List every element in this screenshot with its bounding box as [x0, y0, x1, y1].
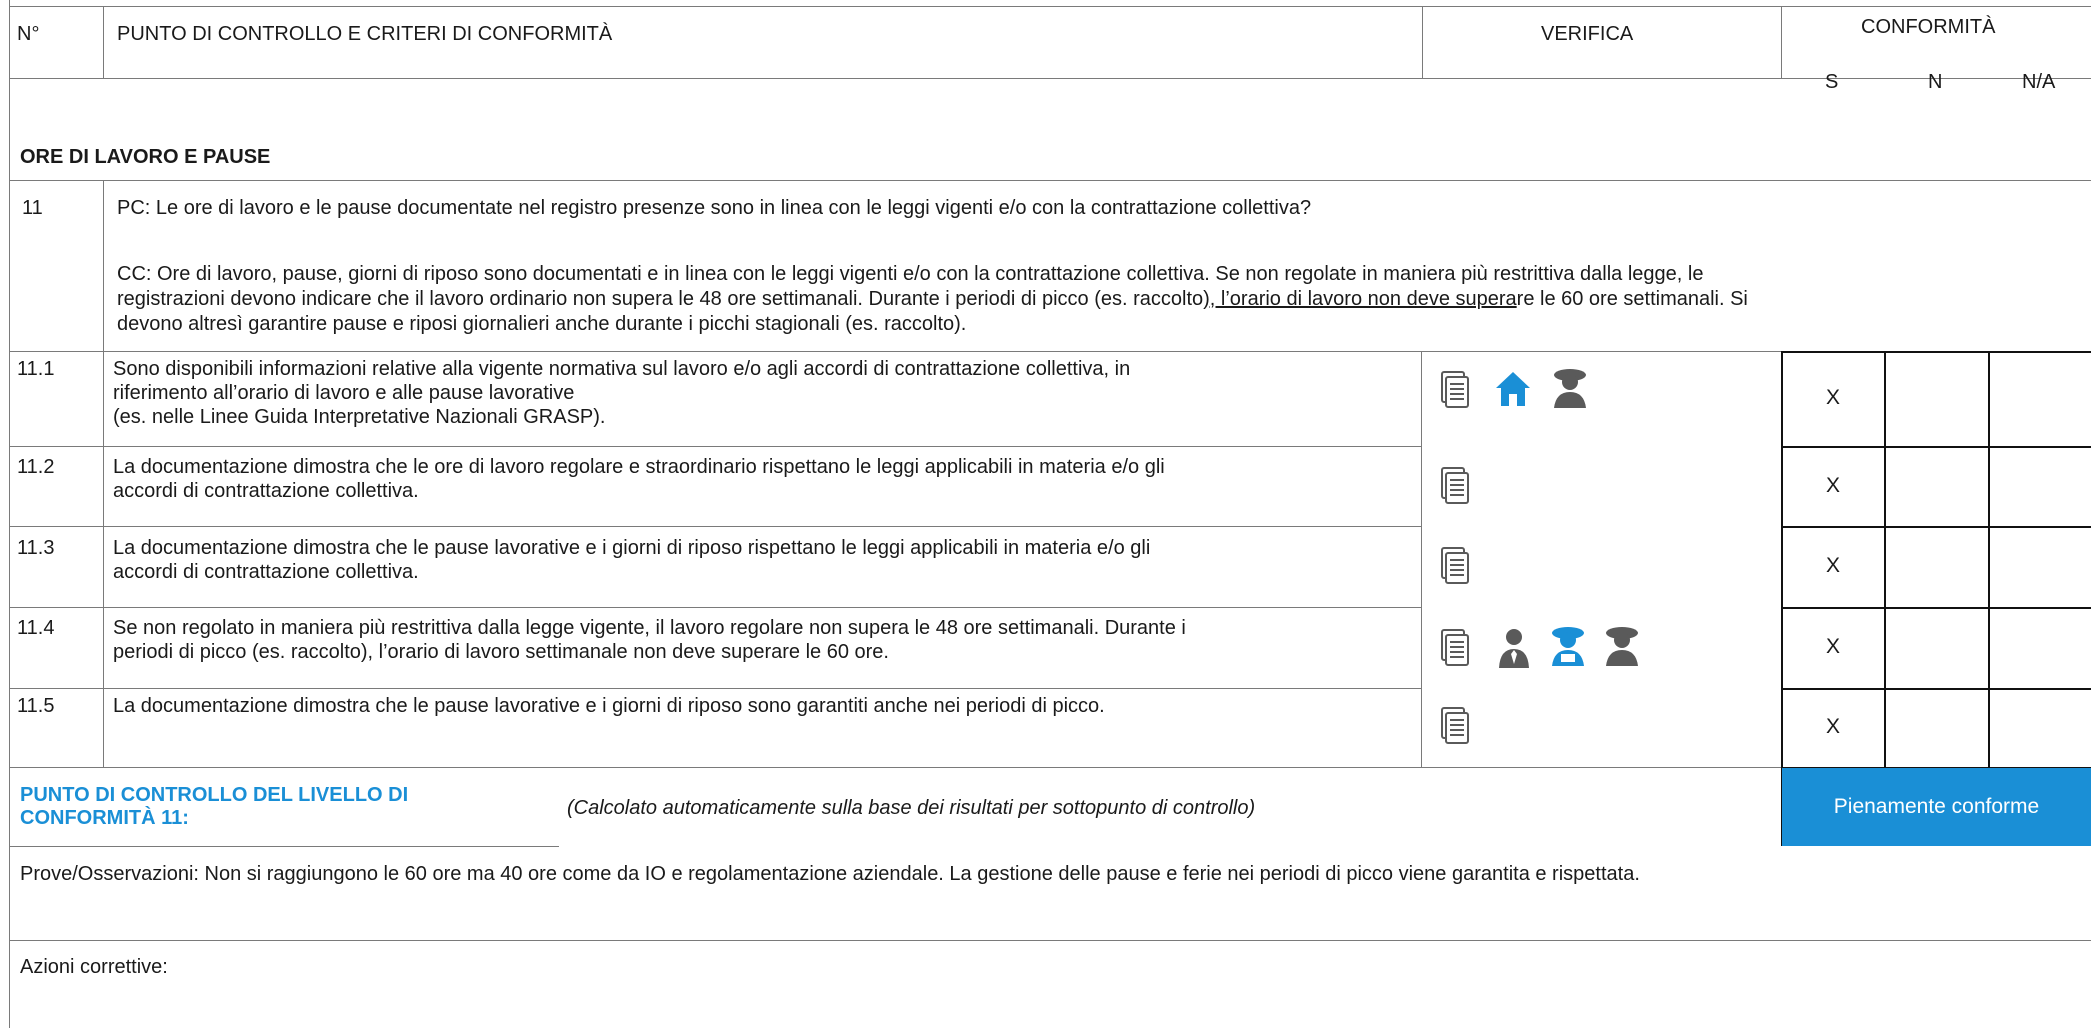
control-pc: PC: Le ore di lavoro e le pause document…	[117, 197, 1312, 219]
corrective-actions-label[interactable]: Azioni correttive:	[20, 955, 168, 979]
header-n: N	[1928, 71, 1943, 93]
item-number: 11.3	[17, 537, 55, 559]
item-text-line: La documentazione dimostra che le pause …	[113, 695, 1105, 717]
control-cc-line3: devono altresì garantire pause e riposi …	[117, 313, 967, 335]
item-s-mark[interactable]: X	[1783, 386, 1883, 410]
cc-line2-part-a: registrazioni devono indicare che il lav…	[117, 288, 1204, 310]
item-s-mark[interactable]: X	[1783, 474, 1883, 498]
item-text-line: accordi di contrattazione collettiva.	[113, 480, 419, 502]
cc-line2-underlined: ), l’orario di lavoro non deve supera	[1203, 288, 1517, 310]
summary-note: (Calcolato automaticamente sulla base de…	[567, 797, 1256, 819]
item-number: 11.2	[17, 456, 55, 478]
summary-label-line2: CONFORMITÀ 11:	[20, 807, 189, 829]
worker-hat-icon	[1606, 627, 1638, 666]
cc-line2-part-c: re le 60 ore settimanali. Si	[1516, 288, 1748, 310]
section-title: ORE DI LAVORO E PAUSE	[20, 146, 271, 168]
house-icon	[1496, 372, 1530, 406]
document-icon	[1441, 629, 1469, 666]
control-cc-line2: registrazioni devono indicare che il lav…	[117, 287, 1748, 311]
summary-label-line1: PUNTO DI CONTROLLO DEL LIVELLO DI	[20, 784, 409, 806]
document-icon	[1441, 467, 1469, 504]
header-criteria: PUNTO DI CONTROLLO E CRITERI DI CONFORMI…	[117, 23, 613, 45]
header-verifica: VERIFICA	[1541, 23, 1634, 45]
compliance-result-text: Pienamente conforme	[1833, 795, 2040, 818]
control-cc-line1: CC: Ore di lavoro, pause, giorni di ripo…	[117, 263, 1704, 285]
header-conformita: CONFORMITÀ	[1861, 16, 1996, 38]
document-icon	[1441, 371, 1469, 408]
item-text-line: Sono disponibili informazioni relative a…	[113, 358, 1131, 380]
item-number: 11.1	[17, 358, 55, 380]
compliance-result-badge[interactable]: Pienamente conforme	[1782, 768, 2091, 846]
item-number: 11.5	[17, 695, 55, 717]
item-s-mark[interactable]: X	[1783, 554, 1883, 578]
header-number: N°	[17, 23, 40, 45]
document-icon	[1441, 707, 1469, 744]
item-text-line: accordi di contrattazione collettiva.	[113, 561, 419, 583]
item-text-line: La documentazione dimostra che le pause …	[113, 537, 1151, 559]
header-s: S	[1825, 71, 1839, 93]
worker-hat-icon	[1554, 369, 1586, 408]
item-number: 11.4	[17, 617, 55, 639]
item-text-line: La documentazione dimostra che le ore di…	[113, 456, 1165, 478]
header-na: N/A	[2022, 71, 2056, 93]
worker-blue-icon	[1552, 627, 1584, 666]
item-text-line: Se non regolato in maniera più restritti…	[113, 617, 1186, 639]
item-s-mark[interactable]: X	[1783, 715, 1883, 739]
item-text-line: riferimento all’orario di lavoro e alle …	[113, 382, 575, 404]
control-number: 11	[22, 197, 43, 219]
document-icon	[1441, 547, 1469, 584]
item-text-line: (es. nelle Linee Guida Interpretative Na…	[113, 406, 606, 428]
item-s-mark[interactable]: X	[1783, 635, 1883, 659]
manager-icon	[1499, 629, 1529, 668]
observations-text[interactable]: Prove/Osservazioni: Non si raggiungono l…	[20, 862, 1640, 886]
item-text-line: periodi di picco (es. raccolto), l’orari…	[113, 641, 889, 663]
